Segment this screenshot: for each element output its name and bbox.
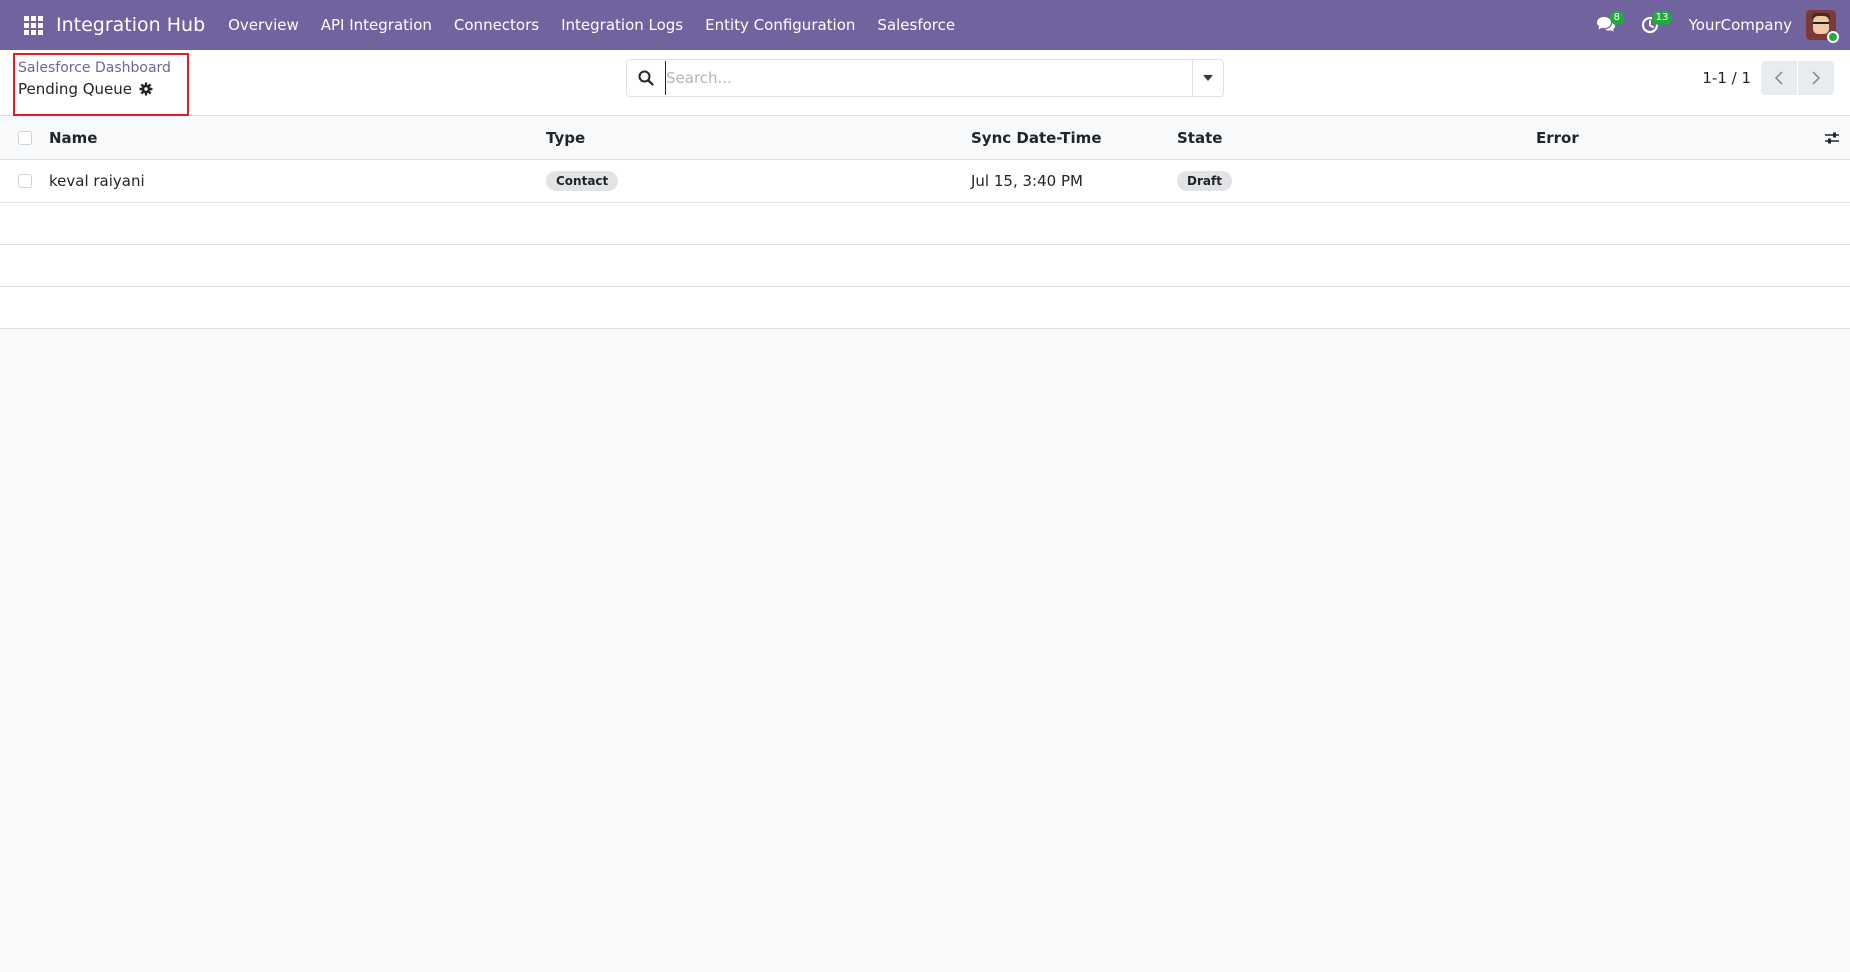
state-badge: Draft xyxy=(1177,171,1232,191)
empty-row xyxy=(0,287,1850,329)
company-switcher[interactable]: YourCompany xyxy=(1689,16,1792,34)
online-status-icon xyxy=(1827,31,1839,43)
menu-item-integration-logs[interactable]: Integration Logs xyxy=(550,0,694,50)
pager-value[interactable]: 1-1 / 1 xyxy=(1702,69,1751,87)
column-header-type[interactable]: Type xyxy=(546,116,585,159)
menu-item-connectors[interactable]: Connectors xyxy=(443,0,550,50)
search-input[interactable] xyxy=(665,61,1192,95)
systray: 8 13 YourCompany xyxy=(1577,0,1850,50)
list-header: Name Type Sync Date-Time State Error xyxy=(0,116,1850,160)
empty-row xyxy=(0,245,1850,287)
row-select-cell xyxy=(18,160,32,202)
caret-down-icon xyxy=(1203,75,1213,81)
column-header-state[interactable]: State xyxy=(1177,116,1222,159)
empty-row xyxy=(0,203,1850,245)
page-title: Pending Queue xyxy=(18,80,133,98)
user-avatar[interactable] xyxy=(1806,10,1839,43)
cell-state[interactable]: Draft xyxy=(1177,160,1232,202)
gear-icon[interactable] xyxy=(139,82,153,96)
app-menu-icon[interactable] xyxy=(15,0,51,50)
column-header-error[interactable]: Error xyxy=(1536,116,1579,159)
sliders-icon xyxy=(1825,132,1839,143)
select-all-cell xyxy=(18,116,32,159)
control-panel: Salesforce Dashboard Pending Queue Searc… xyxy=(0,50,1850,116)
menu-item-api-integration[interactable]: API Integration xyxy=(310,0,443,50)
main-menu: Overview API Integration Connectors Inte… xyxy=(217,0,966,50)
row-checkbox[interactable] xyxy=(18,174,32,188)
list-view: Name Type Sync Date-Time State Error kev… xyxy=(0,116,1850,329)
optional-columns-toggle[interactable] xyxy=(1824,116,1840,159)
chevron-left-icon xyxy=(1774,71,1783,85)
breadcrumb-link-salesforce-dashboard[interactable]: Salesforce Dashboard xyxy=(18,60,171,76)
pager: 1-1 / 1 xyxy=(1702,60,1834,96)
breadcrumb: Salesforce Dashboard Pending Queue xyxy=(13,53,189,116)
cell-sync-datetime[interactable]: Jul 15, 3:40 PM xyxy=(971,160,1083,202)
table-row[interactable]: keval raiyani Contact Jul 15, 3:40 PM Dr… xyxy=(0,160,1850,203)
search-bar xyxy=(626,59,1224,97)
pager-next-button[interactable] xyxy=(1798,61,1834,95)
column-header-sync-datetime[interactable]: Sync Date-Time xyxy=(971,116,1102,159)
cell-type[interactable]: Contact xyxy=(546,160,619,202)
messages-button[interactable]: 8 xyxy=(1591,0,1624,50)
type-badge: Contact xyxy=(546,171,619,191)
top-navbar: Integration Hub Overview API Integration… xyxy=(0,0,1850,50)
cell-name[interactable]: keval raiyani xyxy=(49,160,145,202)
menu-item-salesforce[interactable]: Salesforce xyxy=(866,0,966,50)
column-header-name[interactable]: Name xyxy=(49,116,97,159)
activities-count-badge: 13 xyxy=(1651,11,1673,25)
pager-previous-button[interactable] xyxy=(1761,61,1797,95)
menu-item-overview[interactable]: Overview xyxy=(217,0,310,50)
messages-count-badge: 8 xyxy=(1609,11,1624,25)
activities-button[interactable]: 13 xyxy=(1635,0,1673,50)
chevron-right-icon xyxy=(1812,71,1821,85)
menu-item-entity-configuration[interactable]: Entity Configuration xyxy=(694,0,866,50)
app-brand[interactable]: Integration Hub xyxy=(56,14,205,36)
search-options-toggle[interactable] xyxy=(1192,60,1223,96)
search-icon[interactable] xyxy=(627,60,665,96)
select-all-checkbox[interactable] xyxy=(18,130,32,145)
